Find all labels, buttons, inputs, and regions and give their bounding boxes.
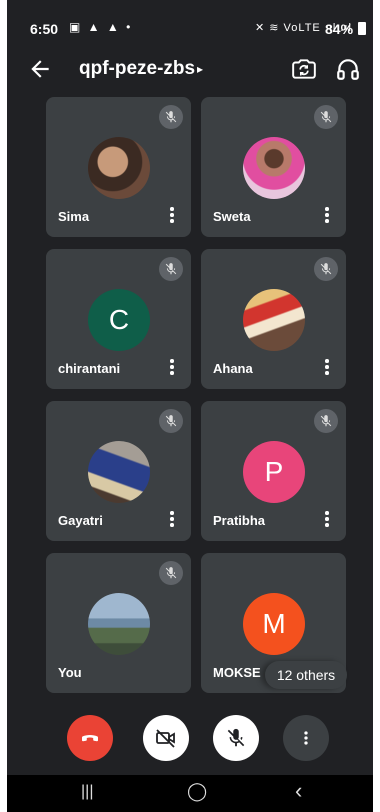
more-options-button[interactable] [283, 715, 329, 761]
participant-tile[interactable]: Gayatri [46, 401, 191, 541]
more-options-icon[interactable] [324, 511, 330, 529]
mic-off-icon [159, 409, 183, 433]
more-options-icon[interactable] [324, 207, 330, 225]
participant-name: Pratibha [213, 513, 266, 528]
notification-icons: ▣ ▲ ▲ • [69, 20, 133, 34]
status-bar: 6:50 ▣ ▲ ▲ • ✕ ≋ VoLTE .ıl .ıl 84% [7, 0, 373, 40]
participant-name: Sweta [213, 209, 251, 224]
participant-name: You [58, 665, 82, 680]
mic-off-icon [227, 728, 245, 747]
participant-tile[interactable]: Sweta [201, 97, 346, 237]
avatar-photo [88, 441, 150, 503]
mic-off-icon [314, 105, 338, 129]
participant-tile[interactable]: You [46, 553, 191, 693]
participant-tile[interactable]: Ahana [201, 249, 346, 389]
back-arrow-icon[interactable] [27, 56, 53, 82]
battery-percentage: 84% [325, 21, 354, 37]
participant-name: Sima [58, 209, 90, 224]
more-vert-icon [304, 731, 308, 745]
home-icon[interactable]: ◯ [187, 781, 207, 802]
hang-up-icon [82, 735, 98, 742]
avatar-letter: M [243, 593, 305, 655]
meeting-header: qpf-peze-zbs ▸ [7, 50, 373, 90]
recents-icon[interactable]: ||| [81, 783, 93, 801]
participant-name: MOKSE [213, 665, 261, 680]
back-icon[interactable]: ‹ [295, 778, 302, 804]
avatar-letter: C [88, 289, 150, 351]
mic-off-icon [314, 257, 338, 281]
more-options-icon[interactable] [169, 359, 175, 377]
headphones-icon[interactable] [335, 56, 361, 82]
more-options-icon[interactable] [324, 359, 330, 377]
participant-tile[interactable]: C chirantani [46, 249, 191, 389]
switch-camera-icon[interactable] [291, 56, 317, 82]
participant-name: Ahana [213, 361, 253, 376]
more-options-icon[interactable] [169, 511, 175, 529]
participant-name: Gayatri [58, 513, 103, 528]
avatar-photo [88, 137, 150, 199]
system-navigation-bar: ||| ◯ ‹ [7, 775, 373, 812]
status-time: 6:50 [30, 21, 59, 37]
participant-tile[interactable]: Sima [46, 97, 191, 237]
camera-off-icon [156, 729, 175, 748]
camera-toggle-button[interactable] [143, 715, 189, 761]
end-call-button[interactable] [67, 715, 113, 761]
avatar-photo [243, 289, 305, 351]
participant-tile[interactable]: P Pratibha [201, 401, 346, 541]
avatar-letter: P [243, 441, 305, 503]
more-options-icon[interactable] [169, 207, 175, 225]
phone-screen: 6:50 ▣ ▲ ▲ • ✕ ≋ VoLTE .ıl .ıl 84% qpf-p… [7, 0, 373, 812]
battery-icon [358, 22, 366, 35]
others-count-button[interactable]: 12 others [265, 661, 347, 689]
mic-off-icon [159, 561, 183, 585]
mic-off-icon [159, 105, 183, 129]
participant-name: chirantani [58, 361, 121, 376]
mic-off-icon [314, 409, 338, 433]
meeting-code-title[interactable]: qpf-peze-zbs [79, 58, 195, 80]
mic-off-icon [159, 257, 183, 281]
caret-right-icon[interactable]: ▸ [197, 62, 203, 76]
avatar-photo [243, 137, 305, 199]
avatar-photo [88, 593, 150, 655]
mic-toggle-button[interactable] [213, 715, 259, 761]
